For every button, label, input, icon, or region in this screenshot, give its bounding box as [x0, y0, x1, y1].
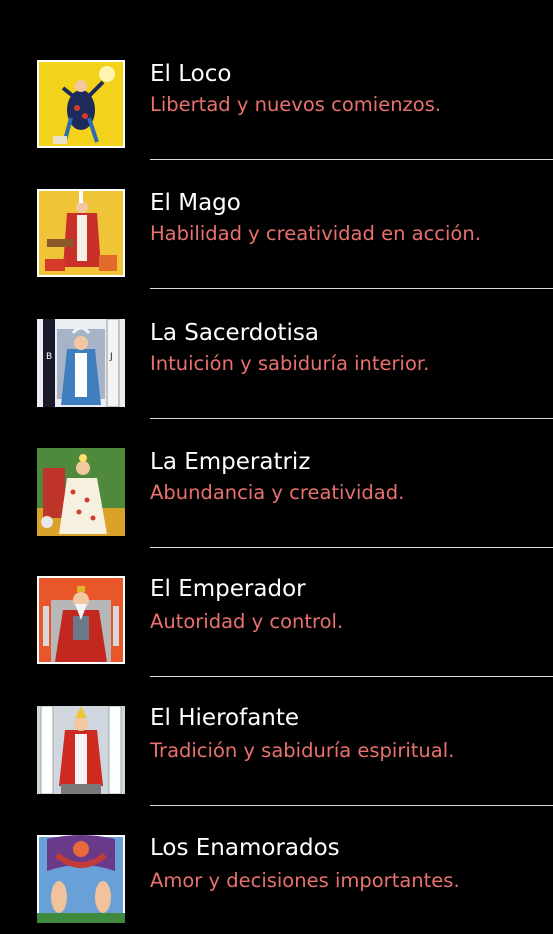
- card-subtitle: Tradición y sabiduría espiritual.: [150, 739, 455, 762]
- list-item[interactable]: El Mago Habilidad y creatividad en acció…: [0, 129, 553, 289]
- card-title: La Emperatriz: [150, 449, 311, 475]
- svg-text:B: B: [46, 352, 52, 362]
- card-title: La Sacerdotisa: [150, 320, 319, 346]
- card-subtitle: Amor y decisiones importantes.: [150, 869, 460, 892]
- card-subtitle: Libertad y nuevos comienzos.: [150, 93, 442, 116]
- card-title: Los Enamorados: [150, 835, 340, 861]
- list-item[interactable]: Los Enamorados Amor y decisiones importa…: [0, 776, 553, 923]
- card-title: El Hierofante: [150, 705, 300, 731]
- the-lovers-card-image: [37, 835, 125, 923]
- card-subtitle: Autoridad y control.: [150, 610, 344, 633]
- list-item[interactable]: La Emperatriz Abundancia y creatividad.: [0, 388, 553, 548]
- card-title: El Loco: [150, 61, 232, 87]
- card-subtitle: Abundancia y creatividad.: [150, 481, 405, 504]
- card-title: El Mago: [150, 190, 241, 216]
- tarot-card-list: El Loco Libertad y nuevos comienzos. El …: [0, 0, 553, 934]
- list-item[interactable]: El Loco Libertad y nuevos comienzos.: [0, 0, 553, 160]
- card-subtitle: Intuición y sabiduría interior.: [150, 352, 430, 375]
- list-item[interactable]: El Hierofante Tradición y sabiduría espi…: [0, 647, 553, 806]
- card-thumbnail: [37, 835, 125, 923]
- list-item[interactable]: El Emperador Autoridad y control.: [0, 518, 553, 677]
- card-subtitle: Habilidad y creatividad en acción.: [150, 222, 481, 245]
- svg-text:J: J: [109, 352, 113, 362]
- list-item[interactable]: B J La Sacerdotisa Intuición y sabiduría…: [0, 259, 553, 419]
- card-title: El Emperador: [150, 576, 306, 602]
